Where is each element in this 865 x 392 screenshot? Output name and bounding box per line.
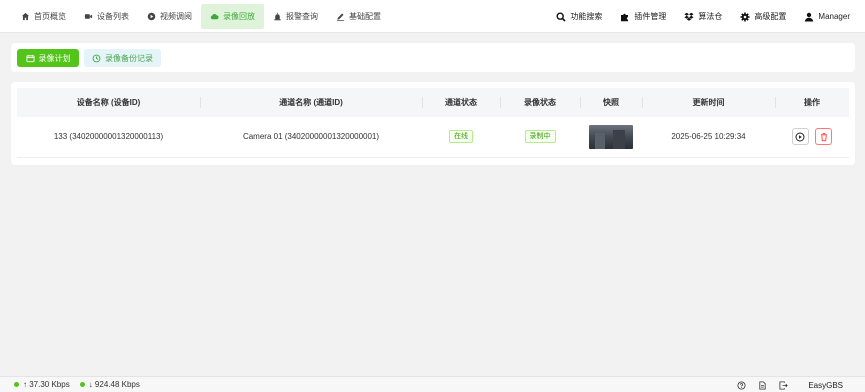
status-dot xyxy=(79,382,85,387)
table-header-row: 设备名称 (设备ID) 通道名称 (通道ID) 通道状态 录像状态 快照 更新时… xyxy=(17,88,849,117)
dropbox-icon xyxy=(684,12,695,22)
plugin-manage-button[interactable]: 插件管理 xyxy=(611,11,675,22)
footer-actions: EasyGBS xyxy=(725,377,843,392)
upload-rate-text: ↑ 37.30 Kbps xyxy=(23,380,70,389)
advanced-config-button[interactable]: 高级配置 xyxy=(731,11,795,22)
algorithm-store-button[interactable]: 算法仓 xyxy=(675,11,731,22)
column-header: 操作 xyxy=(775,88,849,117)
play-icon xyxy=(795,132,805,142)
download-rate: ↓ 924.48 Kbps xyxy=(79,380,140,389)
record-plan-button[interactable]: 录像计划 xyxy=(17,49,79,67)
status-dot xyxy=(14,382,19,387)
record-plan-label: 录像计划 xyxy=(38,53,71,63)
plugin-manage-label: 插件管理 xyxy=(634,12,667,21)
user-icon xyxy=(804,12,814,22)
help-icon[interactable] xyxy=(737,380,746,390)
calendar-icon xyxy=(25,54,35,63)
user-menu[interactable]: Manager xyxy=(795,12,859,22)
nav-item-label: 报警查询 xyxy=(286,11,318,21)
top-right-nav: 功能搜索 插件管理 算法仓 高级配置 Manager xyxy=(547,0,859,33)
edit-icon xyxy=(336,12,345,21)
status-badge: 录制中 xyxy=(524,130,556,144)
status-badge: 在线 xyxy=(449,130,473,144)
nav-item-playback[interactable]: 录像回放 xyxy=(201,3,264,29)
column-header: 录像状态 xyxy=(500,88,580,117)
play-circle-icon xyxy=(147,12,156,21)
table-row: 133 (34020000001320000113) Camera 01 (34… xyxy=(17,117,849,157)
play-button[interactable] xyxy=(791,128,809,146)
column-header: 通道状态 xyxy=(422,88,500,117)
puzzle-icon xyxy=(620,12,630,22)
snapshot-cell xyxy=(580,117,642,157)
gear-icon xyxy=(740,12,750,22)
column-header: 通道名称 (通道ID) xyxy=(200,88,422,117)
delete-button[interactable] xyxy=(815,128,833,146)
record-backup-button[interactable]: 录像备份记录 xyxy=(84,49,161,67)
toolbar-panel: 录像计划 录像备份记录 xyxy=(11,43,855,72)
nav-item-label: 首页概览 xyxy=(34,11,66,21)
download-rate-text: ↓ 924.48 Kbps xyxy=(88,380,140,389)
upload-rate: ↑ 37.30 Kbps xyxy=(14,380,70,389)
top-navbar: 首页概览 设备列表 视频调阅 录像回放 报警查询 基础配置 功能搜索 插件管理 … xyxy=(0,0,865,33)
nav-item-home[interactable]: 首页概览 xyxy=(12,4,75,29)
nav-item-video[interactable]: 视频调阅 xyxy=(138,4,201,29)
nav-item-label: 基础配置 xyxy=(349,11,381,21)
recording-table: 设备名称 (设备ID) 通道名称 (通道ID) 通道状态 录像状态 快照 更新时… xyxy=(17,88,849,158)
trash-icon xyxy=(820,132,827,142)
record-status-cell: 录制中 xyxy=(500,117,580,157)
document-icon[interactable] xyxy=(758,380,767,390)
advanced-config-label: 高级配置 xyxy=(754,12,787,21)
brand-name: EasyGBS xyxy=(808,380,843,390)
device-name-cell: 133 (34020000001320000113) xyxy=(53,132,164,142)
function-search-button[interactable]: 功能搜索 xyxy=(547,11,611,22)
column-header: 设备名称 (设备ID) xyxy=(76,98,141,107)
network-stats: ↑ 37.30 Kbps ↓ 924.48 Kbps xyxy=(0,380,150,389)
status-bar: ↑ 37.30 Kbps ↓ 924.48 Kbps EasyGBS xyxy=(0,376,865,392)
nav-item-devices[interactable]: 设备列表 xyxy=(75,4,138,29)
nav-item-alarm[interactable]: 报警查询 xyxy=(264,4,327,29)
channel-name-cell: Camera 01 (34020000001320000001) xyxy=(242,132,380,142)
function-search-label: 功能搜索 xyxy=(570,12,603,21)
home-icon xyxy=(21,12,30,21)
record-backup-label: 录像备份记录 xyxy=(105,53,153,63)
nav-item-label: 设备列表 xyxy=(97,11,129,21)
table-panel: 设备名称 (设备ID) 通道名称 (通道ID) 通道状态 录像状态 快照 更新时… xyxy=(11,82,855,165)
channel-status-cell: 在线 xyxy=(422,117,500,157)
history-icon xyxy=(92,54,101,63)
user-name: Manager xyxy=(818,12,850,21)
algorithm-store-label: 算法仓 xyxy=(698,12,723,21)
nav-item-label: 录像回放 xyxy=(223,11,255,21)
column-header: 快照 xyxy=(580,88,642,117)
actions-cell xyxy=(775,117,849,157)
alarm-icon xyxy=(273,12,282,21)
column-header: 更新时间 xyxy=(642,88,775,117)
updated-time-cell: 2025-06-25 10:29:34 xyxy=(671,132,746,142)
snapshot-thumbnail[interactable] xyxy=(589,124,633,149)
nav-item-config[interactable]: 基础配置 xyxy=(327,4,390,29)
cloud-icon xyxy=(210,12,219,21)
main-nav: 首页概览 设备列表 视频调阅 录像回放 报警查询 基础配置 xyxy=(0,0,390,33)
camera-icon xyxy=(84,12,93,21)
search-icon xyxy=(556,11,566,22)
logout-icon[interactable] xyxy=(779,380,788,390)
nav-item-label: 视频调阅 xyxy=(160,11,192,21)
